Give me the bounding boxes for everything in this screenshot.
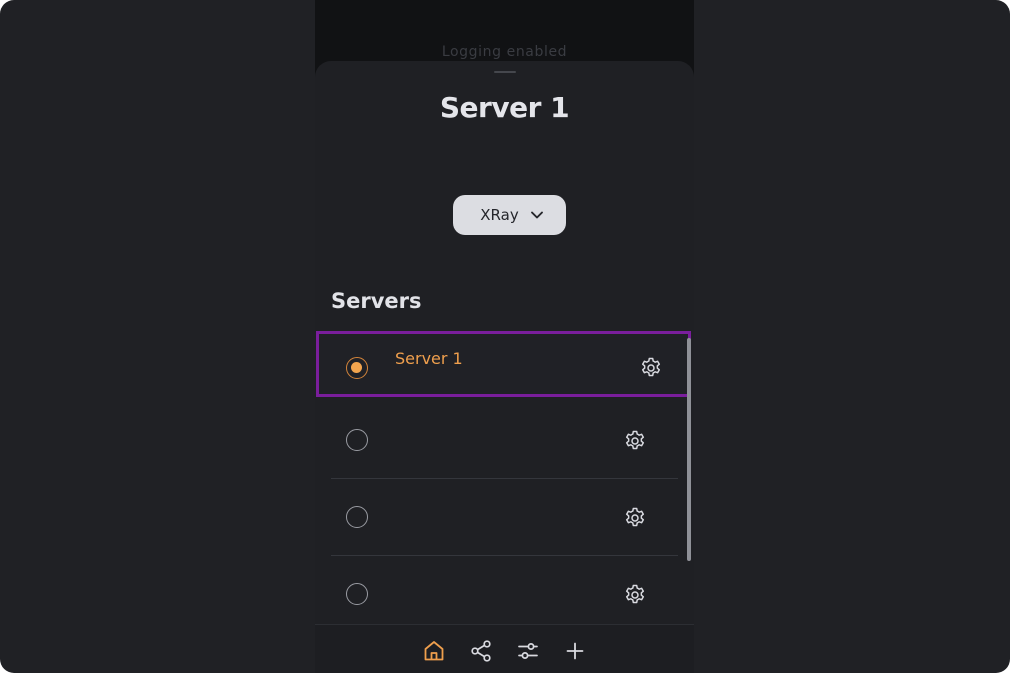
core-select-dropdown[interactable]: XRay (453, 195, 566, 235)
bottom-navigation-bar (315, 624, 694, 673)
server-radio[interactable] (346, 506, 368, 528)
server-row-selected[interactable]: Server 1 (316, 331, 691, 397)
sheet-title: Server 1 (439, 91, 570, 124)
core-select-value: XRay (480, 206, 519, 224)
gear-icon[interactable] (623, 506, 647, 530)
gear-icon[interactable] (639, 356, 663, 380)
server-row[interactable] (331, 402, 678, 479)
server-list-scrollbar[interactable] (687, 338, 691, 561)
home-icon[interactable] (421, 638, 447, 664)
server-row[interactable] (331, 479, 678, 556)
chevron-down-icon (530, 211, 543, 219)
servers-section-title: Servers (331, 289, 422, 313)
sheet-drag-handle[interactable] (494, 71, 516, 73)
server-radio[interactable] (346, 429, 368, 451)
logging-status-text: Logging enabled (441, 44, 568, 60)
plus-icon[interactable] (562, 638, 588, 664)
gear-icon[interactable] (623, 583, 647, 607)
server-radio-checked[interactable] (346, 357, 368, 379)
phone-screen: Logging enabled Server 1 XRay Servers Se… (315, 0, 694, 673)
app-window: Logging enabled Server 1 XRay Servers Se… (0, 0, 1010, 673)
server-bottom-sheet: Server 1 XRay Servers Server 1 (315, 61, 694, 673)
server-name: Server 1 (395, 349, 463, 368)
server-row[interactable] (331, 556, 678, 633)
gear-icon[interactable] (623, 429, 647, 453)
sliders-icon[interactable] (515, 638, 541, 664)
server-radio[interactable] (346, 583, 368, 605)
share-icon[interactable] (468, 638, 494, 664)
